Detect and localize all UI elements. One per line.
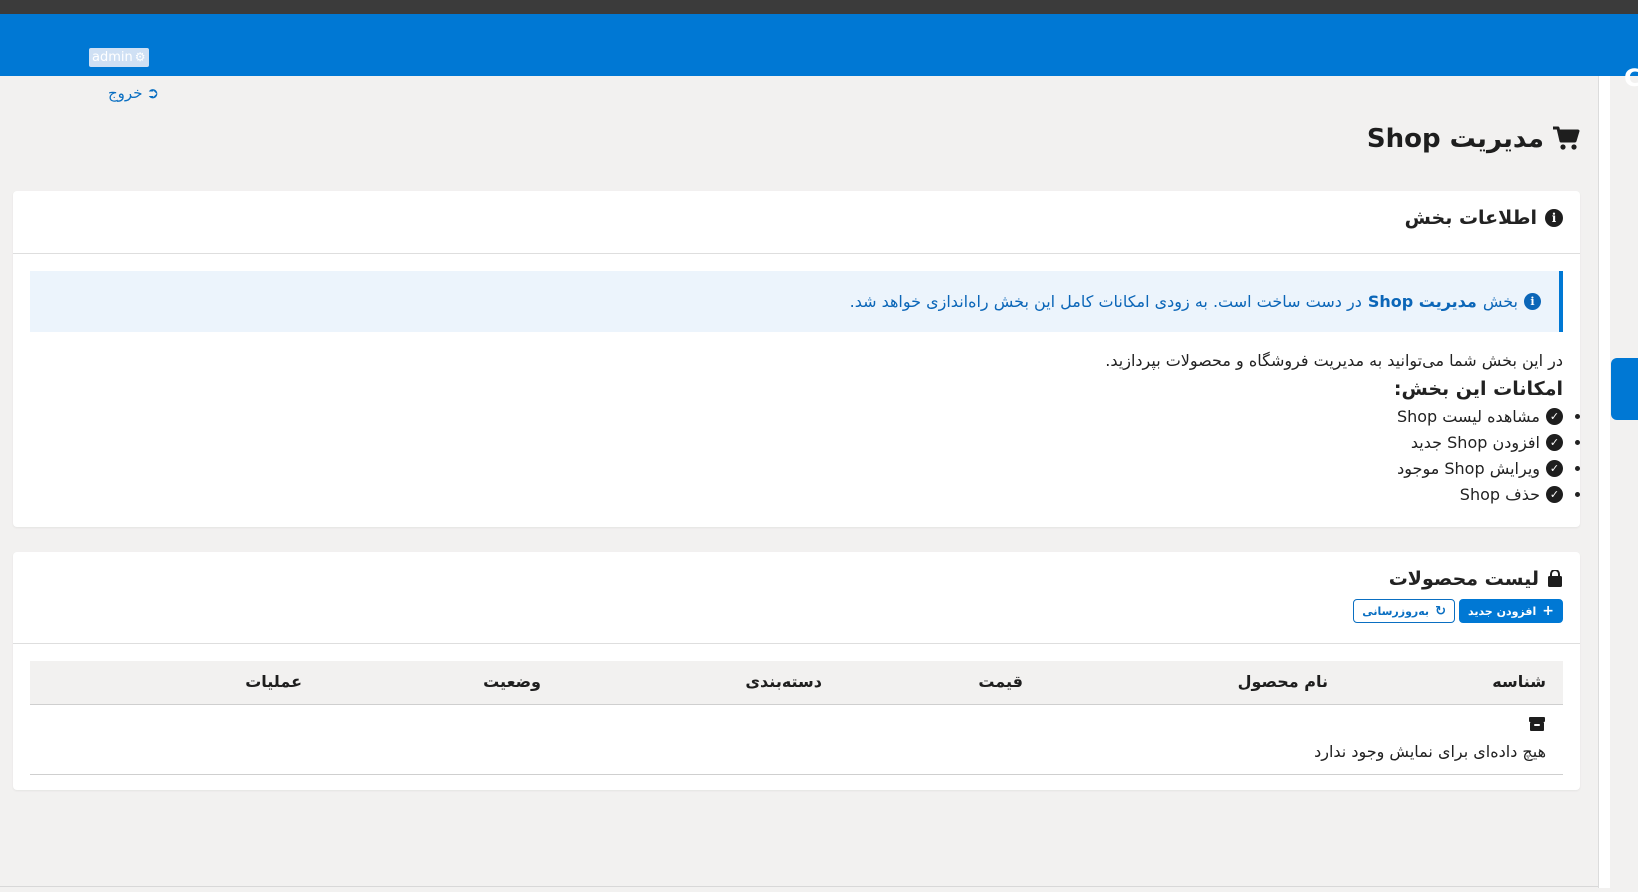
bottom-divider [0, 886, 1598, 887]
side-toggle-tab[interactable] [1611, 358, 1638, 420]
features-heading: امکانات این بخش: [1393, 378, 1563, 400]
info-circle-icon: i [1545, 209, 1563, 227]
logout-link[interactable]: ➲ خروج [108, 84, 159, 102]
col-status-header[interactable]: وضعیت [483, 672, 541, 691]
products-card: لیست محصولات + افزودن جدید ↻ به‌روزرسانی… [13, 552, 1580, 790]
sidebar-edge: C [1624, 64, 1638, 92]
info-icon: i [1524, 293, 1541, 310]
check-circle-icon: ✓ [1546, 433, 1563, 451]
col-actions-header[interactable]: عملیات [245, 672, 302, 691]
user-menu[interactable]: admin ⚙ [89, 48, 149, 67]
feature-label: مشاهده لیست Shop [1396, 406, 1540, 426]
top-navbar: admin ⚙ C [0, 14, 1638, 92]
right-panel-edge [1598, 76, 1610, 888]
feature-label: ویرایش Shop موجود [1397, 458, 1540, 478]
user-icon: ⚙ [134, 50, 146, 64]
feature-label: افزودن Shop جدید [1410, 432, 1540, 452]
section-info-card: i اطلاعات بخش i بخش مدیریت Shop در دست س… [13, 191, 1580, 527]
list-item: ✓ ویرایش Shop موجود [1397, 455, 1580, 481]
plus-icon: + [1542, 603, 1554, 619]
add-new-label: افزودن جدید [1467, 604, 1537, 618]
card-title: i اطلاعات بخش [1405, 207, 1563, 229]
info-alert: i بخش مدیریت Shop در دست ساخت است. به زو… [30, 271, 1563, 332]
card-header: لیست محصولات + افزودن جدید ↻ به‌روزرسانی [13, 552, 1580, 644]
refresh-icon: ↻ [1435, 603, 1446, 619]
shopping-bag-icon [1548, 570, 1562, 587]
empty-row: هیچ داده‌ای برای نمایش وجود ندارد [30, 705, 1563, 775]
check-circle-icon: ✓ [1546, 485, 1563, 503]
card-title-text: لیست محصولات [1388, 568, 1539, 590]
empty-box-icon [1529, 717, 1545, 731]
list-item: ✓ مشاهده لیست Shop [1396, 403, 1580, 429]
alert-bold: مدیریت Shop [1367, 292, 1477, 311]
col-price-header[interactable]: قیمت [978, 672, 1023, 691]
products-table: شناسه نام محصول قیمت دسته‌بندی وضعیت عمل… [30, 661, 1563, 775]
col-category-header[interactable]: دسته‌بندی [745, 672, 822, 691]
alert-prefix: بخش [1482, 292, 1518, 311]
col-name-header[interactable]: نام محصول [1238, 672, 1328, 691]
table-header: شناسه نام محصول قیمت دسته‌بندی وضعیت عمل… [30, 661, 1563, 705]
refresh-button[interactable]: ↻ به‌روزرسانی [1353, 599, 1455, 623]
alert-suffix: در دست ساخت است. به زودی امکانات کامل ای… [849, 292, 1362, 311]
add-new-button[interactable]: + افزودن جدید [1458, 599, 1563, 623]
card-header: i اطلاعات بخش [13, 191, 1580, 254]
card-title: لیست محصولات [1389, 568, 1563, 590]
features-list: ✓ مشاهده لیست Shop ✓ افزودن Shop جدید ✓ ویر… [1396, 403, 1580, 507]
col-id-header[interactable]: شناسه [1492, 672, 1546, 691]
section-description: در این بخش شما می‌توانید به مدیریت فروشگ… [1105, 351, 1563, 370]
refresh-label: به‌روزرسانی [1362, 604, 1430, 618]
user-name: admin [92, 50, 133, 65]
page-title: مدیریت Shop [1367, 124, 1580, 154]
top-strip [0, 0, 1638, 14]
page-title-text: مدیریت Shop [1366, 124, 1544, 154]
card-title-text: اطلاعات بخش [1404, 207, 1537, 229]
feature-label: حذف Shop [1459, 484, 1540, 504]
empty-message: هیچ داده‌ای برای نمایش وجود ندارد [1314, 742, 1546, 761]
shopping-cart-icon [1553, 126, 1580, 150]
sign-out-icon: ➲ [146, 84, 160, 102]
list-item: ✓ حذف Shop [1397, 481, 1580, 507]
card-actions: + افزودن جدید ↻ به‌روزرسانی [1353, 599, 1563, 623]
logout-label: خروج [108, 84, 143, 102]
check-circle-icon: ✓ [1546, 459, 1563, 477]
list-item: ✓ افزودن Shop جدید [1397, 429, 1580, 455]
check-circle-icon: ✓ [1546, 407, 1563, 425]
